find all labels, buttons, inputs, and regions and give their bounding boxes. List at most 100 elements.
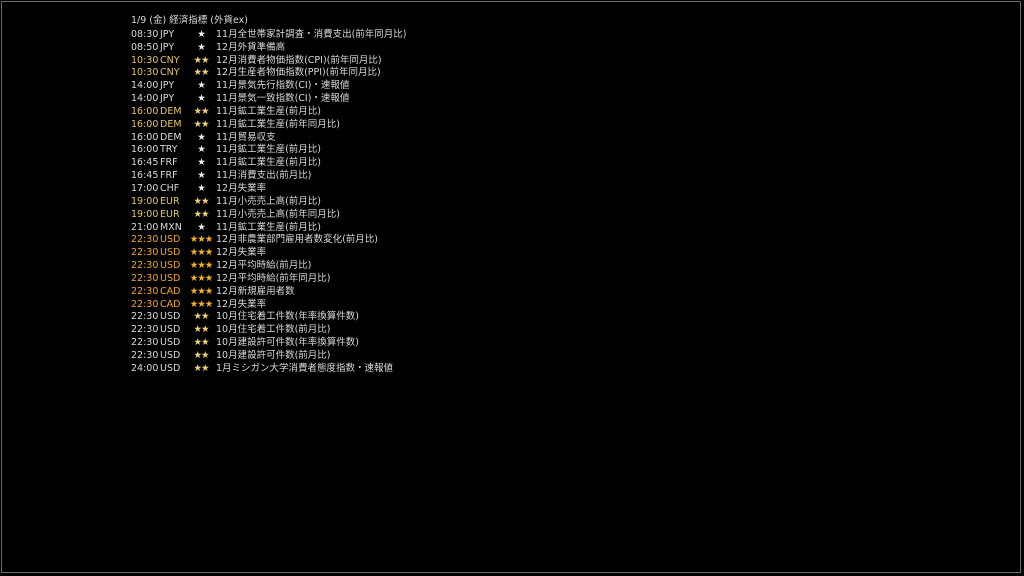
event-name: 12月失業率 [216,298,267,310]
event-time: 21:00 [131,221,159,233]
importance-stars-icon: ★ [197,182,206,194]
importance-stars-icon: ★ [197,157,206,169]
event-row: 16:45 FRF ★ 11月消費支出(前月比) [131,170,407,183]
importance-stars-icon: ★★ [193,337,209,349]
event-name: 10月建設許可件数(前月比) [216,349,331,361]
importance-stars-icon: ★★★ [189,272,214,284]
importance-stars-icon: ★★ [193,67,209,79]
event-name: 12月消費者物価指数(CPI)(前年同月比) [216,54,382,66]
event-time: 14:00 [131,93,159,105]
importance-stars-icon: ★★ [193,311,209,323]
event-row: 08:50 JPY ★ 12月外貨準備高 [131,42,407,55]
event-currency: USD [160,272,181,284]
importance-stars-icon: ★★ [193,362,209,374]
event-row: 16:00 TRY ★ 11月鉱工業生産(前月比) [131,144,407,157]
importance-stars-icon: ★ [197,80,206,92]
event-time: 22:30 [131,247,159,259]
event-row: 16:00 DEM ★★ 11月鉱工業生産(前月比) [131,106,407,119]
event-name: 11月鉱工業生産(前月比) [216,157,322,169]
event-currency: CAD [160,298,181,310]
event-name: 12月生産者物価指数(PPI)(前年同月比) [216,67,381,79]
event-currency: USD [160,260,181,272]
event-name: 1月ミシガン大学消費者態度指数・速報値 [216,362,394,374]
event-row: 24:00 USD ★★ 1月ミシガン大学消費者態度指数・速報値 [131,363,407,376]
calendar-title: 1/9 (金) 経済指標 (外貨ex) [131,15,248,26]
event-row: 22:30 USD ★★★ 12月平均時給(前年同月比) [131,273,407,286]
event-row: 22:30 USD ★★★ 12月平均時給(前月比) [131,260,407,273]
event-name: 11月鉱工業生産(前月比) [216,105,322,117]
event-currency: MXN [160,221,182,233]
event-time: 16:00 [131,144,159,156]
event-currency: JPY [160,41,175,53]
event-name: 11月景気先行指数(CI)・速報値 [216,80,350,92]
event-currency: USD [160,337,181,349]
event-row: 16:45 FRF ★ 11月鉱工業生産(前月比) [131,157,407,170]
event-row: 10:30 CNY ★★ 12月消費者物価指数(CPI)(前年同月比) [131,55,407,68]
importance-stars-icon: ★★ [193,349,209,361]
event-time: 08:30 [131,28,159,40]
event-row: 14:00 JPY ★ 11月景気一致指数(CI)・速報値 [131,93,407,106]
event-currency: JPY [160,80,175,92]
event-currency: CAD [160,285,181,297]
event-row: 21:00 MXN ★ 11月鉱工業生産(前月比) [131,222,407,235]
event-time: 16:00 [131,131,159,143]
event-name: 12月新規雇用者数 [216,285,295,297]
event-currency: USD [160,349,181,361]
event-time: 14:00 [131,80,159,92]
event-name: 10月住宅着工件数(年率換算件数) [216,311,360,323]
event-currency: DEM [160,131,182,143]
event-currency: CNY [160,67,180,79]
event-time: 19:00 [131,195,159,207]
event-currency: USD [160,247,181,259]
event-name: 12月失業率 [216,247,267,259]
event-name: 11月鉱工業生産(前月比) [216,221,322,233]
event-name: 11月貿易収支 [216,131,276,143]
importance-stars-icon: ★ [197,93,206,105]
event-name: 12月平均時給(前年同月比) [216,272,331,284]
event-time: 16:00 [131,118,159,130]
event-time: 22:30 [131,324,159,336]
event-currency: USD [160,234,181,246]
importance-stars-icon: ★★ [193,208,209,220]
event-currency: DEM [160,105,182,117]
event-row: 19:00 EUR ★★ 11月小売売上高(前年同月比) [131,209,407,222]
event-time: 22:30 [131,272,159,284]
event-name: 11月小売売上高(前月比) [216,195,322,207]
event-name: 11月小売売上高(前年同月比) [216,208,341,220]
event-time: 22:30 [131,298,159,310]
event-name: 11月全世帯家計調査・消費支出(前年同月比) [216,28,407,40]
event-time: 16:00 [131,105,159,117]
event-row: 19:00 EUR ★★ 11月小売売上高(前月比) [131,196,407,209]
event-time: 17:00 [131,182,159,194]
event-time: 22:30 [131,260,159,272]
event-currency: FRF [160,170,178,182]
event-name: 10月建設許可件数(年率換算件数) [216,337,360,349]
event-time: 08:50 [131,41,159,53]
event-name: 12月非農業部門雇用者数変化(前月比) [216,234,379,246]
event-time: 22:30 [131,349,159,361]
event-name: 11月鉱工業生産(前年同月比) [216,118,341,130]
importance-stars-icon: ★★★ [189,234,214,246]
event-row: 22:30 USD ★★ 10月建設許可件数(前月比) [131,350,407,363]
event-time: 10:30 [131,67,159,79]
event-name: 11月消費支出(前月比) [216,170,312,182]
event-time: 22:30 [131,234,159,246]
importance-stars-icon: ★★ [193,195,209,207]
event-row: 16:00 DEM ★★ 11月鉱工業生産(前年同月比) [131,119,407,132]
event-time: 16:45 [131,170,159,182]
event-row: 22:30 USD ★★★ 12月失業率 [131,247,407,260]
importance-stars-icon: ★ [197,131,206,143]
event-currency: USD [160,362,181,374]
event-row: 08:30 JPY ★ 11月全世帯家計調査・消費支出(前年同月比) [131,29,407,42]
event-row: 14:00 JPY ★ 11月景気先行指数(CI)・速報値 [131,80,407,93]
event-currency: FRF [160,157,178,169]
event-name: 10月住宅着工件数(前月比) [216,324,331,336]
event-currency: USD [160,324,181,336]
event-currency: CHF [160,182,180,194]
event-currency: CNY [160,54,180,66]
importance-stars-icon: ★★ [193,105,209,117]
importance-stars-icon: ★★★ [189,298,214,310]
importance-stars-icon: ★★ [193,54,209,66]
event-currency: EUR [160,195,180,207]
event-time: 24:00 [131,362,159,374]
